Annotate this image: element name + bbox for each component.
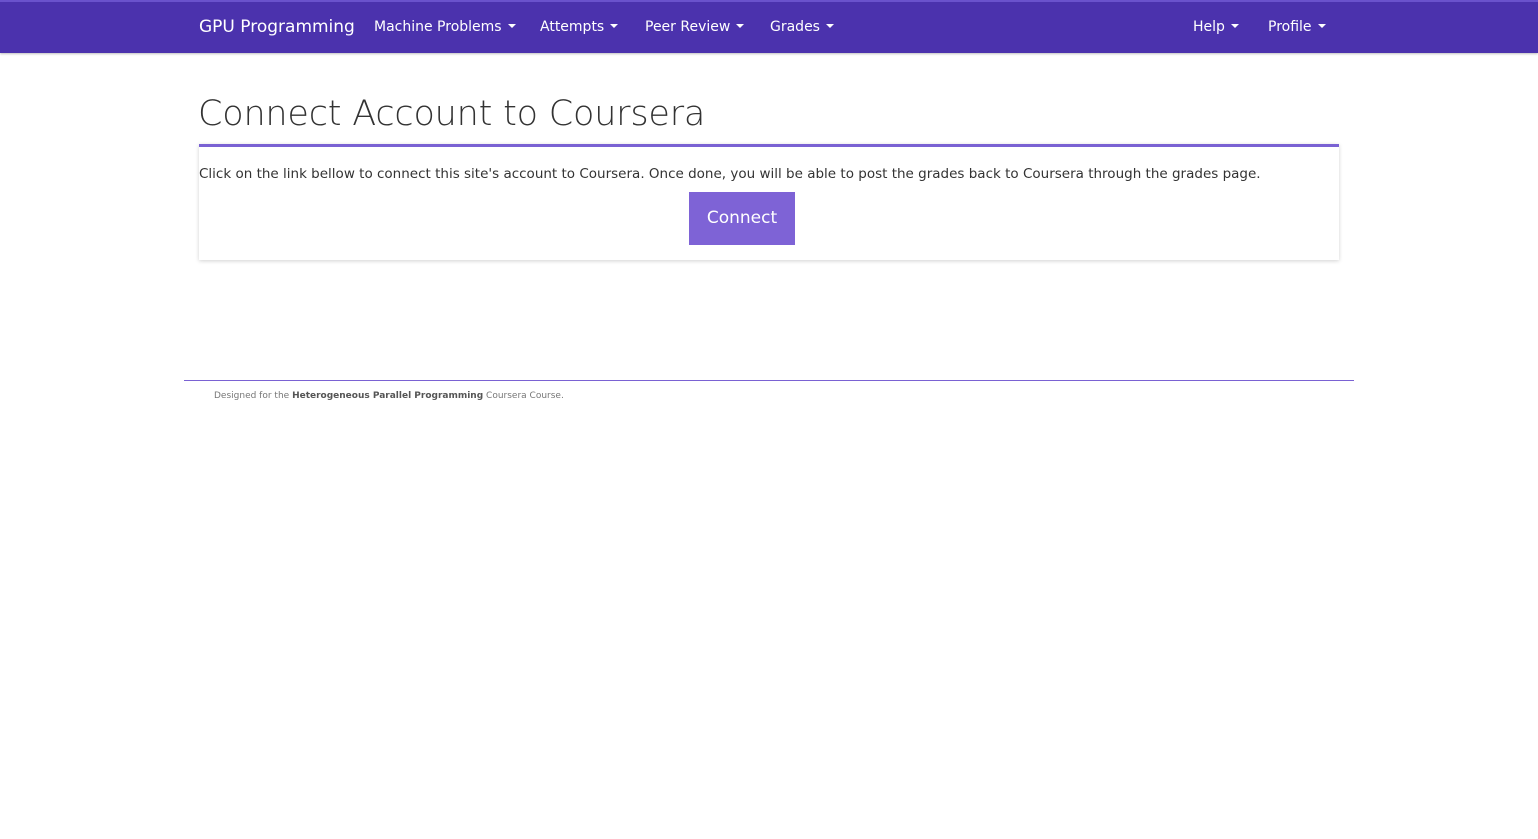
nav-profile[interactable]: Profile: [1268, 18, 1326, 36]
connect-panel: Click on the link bellow to connect this…: [199, 144, 1339, 260]
nav-peer-review-label: Peer Review: [645, 19, 731, 35]
footer-suffix: Coursera Course.: [483, 391, 564, 401]
nav-help[interactable]: Help: [1193, 18, 1239, 36]
caret-down-icon: [610, 24, 619, 28]
footer-credit: Designed for the Heterogeneous Parallel …: [214, 390, 564, 403]
nav-machine-problems-label: Machine Problems: [374, 19, 502, 35]
nav-help-label: Help: [1193, 19, 1225, 35]
nav-grades[interactable]: Grades: [770, 18, 834, 36]
brand-link[interactable]: GPU Programming: [199, 16, 355, 38]
footer-prefix: Designed for the: [214, 391, 293, 401]
caret-down-icon: [1230, 24, 1239, 28]
nav-machine-problems[interactable]: Machine Problems: [374, 18, 516, 36]
top-navbar: GPU Programming Machine Problems Attempt…: [0, 0, 1538, 53]
connect-button[interactable]: Connect: [689, 192, 795, 245]
caret-down-icon: [736, 24, 745, 28]
nav-peer-review[interactable]: Peer Review: [645, 18, 745, 36]
connect-description: Click on the link bellow to connect this…: [199, 166, 1261, 182]
nav-attempts[interactable]: Attempts: [540, 18, 619, 36]
caret-down-icon: [1317, 24, 1326, 28]
nav-profile-label: Profile: [1268, 19, 1312, 35]
footer-divider: [184, 380, 1354, 381]
nav-attempts-label: Attempts: [540, 19, 605, 35]
page-title: Connect Account to Coursera: [198, 94, 706, 134]
caret-down-icon: [507, 24, 516, 28]
nav-grades-label: Grades: [770, 19, 820, 35]
caret-down-icon: [825, 24, 834, 28]
footer-course-name: Heterogeneous Parallel Programming: [292, 391, 484, 401]
